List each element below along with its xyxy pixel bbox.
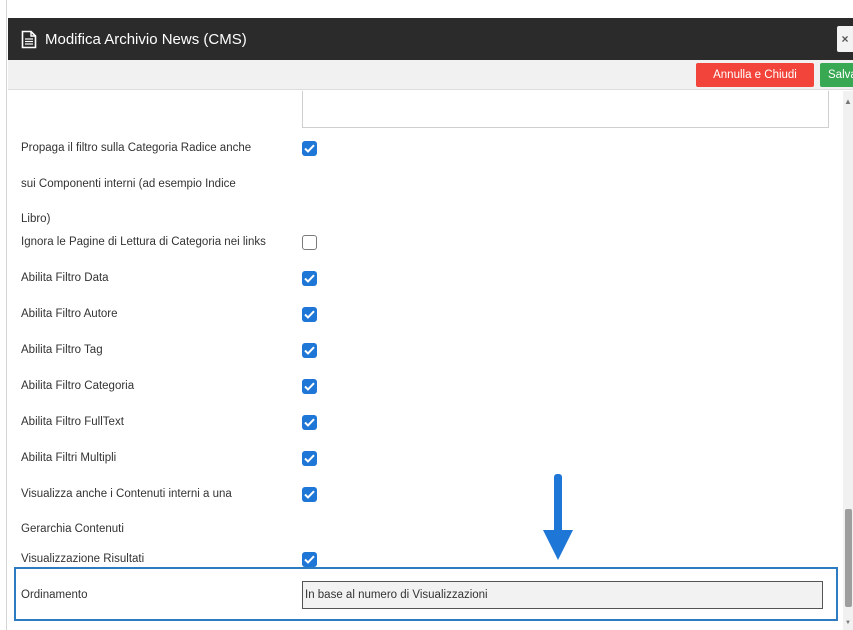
- filter-author-checkbox[interactable]: [302, 307, 317, 322]
- vertical-scrollbar[interactable]: ▲ ▼: [843, 91, 853, 630]
- arrow-down-icon: [543, 474, 573, 560]
- dialog-title: Modifica Archivio News (CMS): [45, 30, 247, 48]
- scroll-down-icon[interactable]: ▼: [843, 619, 853, 627]
- dialog-toolbar: Annulla e Chiudi Salva: [8, 60, 853, 90]
- field-label: Abilita Filtro Autore: [21, 308, 118, 320]
- field-label: Libro): [21, 213, 51, 225]
- background-window-edge: [0, 0, 7, 630]
- field-label: Ignora le Pagine di Lettura di Categoria…: [21, 236, 266, 248]
- field-label: Visualizza anche i Contenuti interni a u…: [21, 488, 232, 500]
- checkmark-icon: [304, 346, 315, 355]
- checkmark-icon: [304, 274, 315, 283]
- ordering-value: In base al numero di Visualizzazioni: [305, 589, 488, 601]
- field-label: Abilita Filtro Data: [21, 272, 109, 284]
- checkmark-icon: [304, 418, 315, 427]
- ordering-select[interactable]: In base al numero di Visualizzazioni: [302, 581, 823, 609]
- filter-date-checkbox[interactable]: [302, 271, 317, 286]
- scroll-up-icon[interactable]: ▲: [843, 97, 853, 107]
- cancel-and-close-button[interactable]: Annulla e Chiudi: [696, 63, 814, 87]
- field-label: Propaga il filtro sulla Categoria Radice…: [21, 142, 252, 154]
- ordering-label: Ordinamento: [21, 589, 88, 601]
- filter-fulltext-checkbox[interactable]: [302, 415, 317, 430]
- filter-tag-checkbox[interactable]: [302, 343, 317, 358]
- multiple-filters-checkbox[interactable]: [302, 451, 317, 466]
- scrollbar-thumb[interactable]: [845, 509, 852, 607]
- document-icon: [19, 29, 39, 49]
- close-icon[interactable]: ×: [837, 26, 853, 52]
- field-label: Gerarchia Contenuti: [21, 523, 124, 535]
- propagate-filter-checkbox[interactable]: [302, 141, 317, 156]
- field-label: sui Componenti interni (ad esempio Indic…: [21, 178, 236, 190]
- checkmark-icon: [304, 310, 315, 319]
- checkmark-icon: [304, 490, 315, 499]
- field-label: Abilita Filtri Multipli: [21, 452, 117, 464]
- results-view-checkbox[interactable]: [302, 552, 317, 567]
- field-label: Abilita Filtro Categoria: [21, 380, 135, 392]
- filter-category-checkbox[interactable]: [302, 379, 317, 394]
- field-label: Abilita Filtro Tag: [21, 344, 103, 356]
- previous-textarea[interactable]: [302, 91, 829, 128]
- show-inner-contents-checkbox[interactable]: [302, 487, 317, 502]
- field-label: Abilita Filtro FullText: [21, 416, 124, 428]
- form-content: Propaga il filtro sulla Categoria Radice…: [8, 91, 838, 630]
- ignore-reading-pages-checkbox[interactable]: [302, 235, 317, 250]
- checkmark-icon: [304, 382, 315, 391]
- dialog-titlebar: Modifica Archivio News (CMS) ×: [8, 18, 853, 60]
- checkmark-icon: [304, 454, 315, 463]
- checkmark-icon: [304, 555, 315, 564]
- field-label: Visualizzazione Risultati: [21, 553, 145, 565]
- checkmark-icon: [304, 144, 315, 153]
- save-button[interactable]: Salva: [820, 63, 853, 87]
